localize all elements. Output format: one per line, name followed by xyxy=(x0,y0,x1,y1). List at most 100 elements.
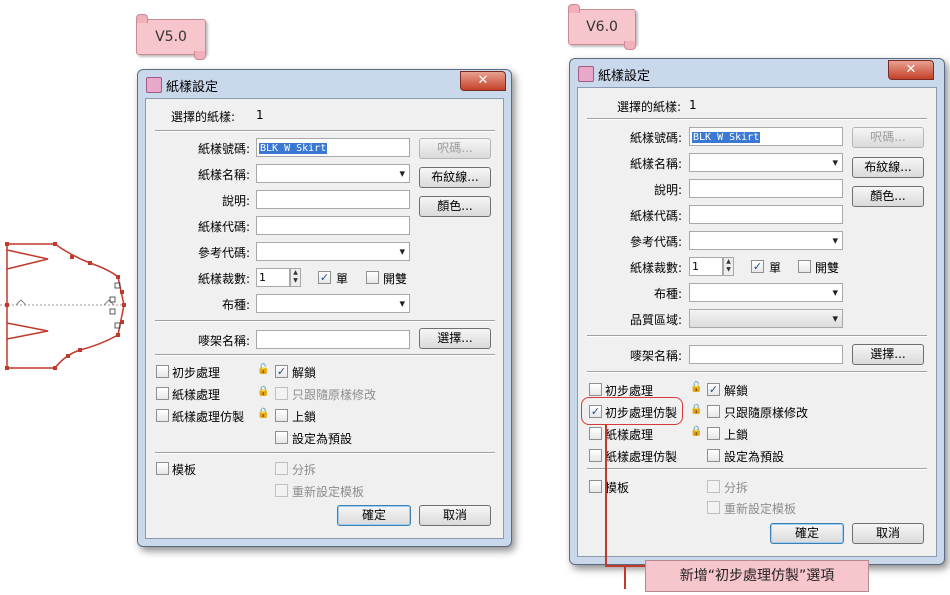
size-button[interactable]: 呎碼... xyxy=(852,127,924,148)
cut-qty-label: 紙樣裁數: xyxy=(629,261,682,275)
piece-proc-copy-label: 紙樣處理仿製 xyxy=(605,450,678,464)
piece-code-label: 紙樣代碼: xyxy=(629,209,682,223)
pattern-piece-drawing xyxy=(0,242,126,370)
ref-code-combo[interactable] xyxy=(689,231,843,250)
piece-proc-copy-label: 紙樣處理仿製 xyxy=(172,410,245,424)
divider xyxy=(587,335,927,337)
callout-line xyxy=(605,424,607,566)
divider xyxy=(155,320,495,322)
grain-button[interactable]: 布紋線... xyxy=(852,157,924,178)
divider xyxy=(155,452,495,454)
cancel-button[interactable]: 取消 xyxy=(852,523,924,544)
annotation-note: 新增“初步處理仿製”選項 xyxy=(645,560,869,592)
reset-template-checkbox[interactable] xyxy=(275,484,288,497)
lock-icon: 🔒 xyxy=(257,408,270,419)
close-button[interactable]: ✕ xyxy=(460,71,506,91)
unlock-checkbox[interactable]: ✓ xyxy=(707,383,720,396)
padlock-outline-icon: 🔒 xyxy=(690,404,703,415)
cut-qty-label: 紙樣裁數: xyxy=(197,272,250,286)
piece-proc-checkbox[interactable] xyxy=(156,387,169,400)
description-label: 說明: xyxy=(653,183,682,197)
select-button[interactable]: 選擇... xyxy=(419,328,491,349)
split2-checkbox[interactable] xyxy=(275,462,288,475)
quality-zone-combo[interactable] xyxy=(689,309,843,328)
template-checkbox[interactable] xyxy=(589,480,602,493)
single-checkbox[interactable]: ✓ xyxy=(751,260,764,273)
set-default-checkbox[interactable] xyxy=(707,449,720,462)
rack-name-input[interactable] xyxy=(689,345,843,364)
description-input[interactable] xyxy=(689,179,843,198)
ok-button[interactable]: 確定 xyxy=(337,505,411,526)
ref-code-label: 參考代碼: xyxy=(197,246,250,260)
piece-code-label: 紙樣代碼: xyxy=(197,220,250,234)
selected-count: 1 xyxy=(689,98,697,112)
initial-checkbox[interactable] xyxy=(156,365,169,378)
piece-code-input[interactable] xyxy=(689,205,843,224)
select-button[interactable]: 選擇... xyxy=(852,344,924,365)
cut-qty-input[interactable]: 1 xyxy=(689,257,723,276)
piece-number-value: BLK W Skirt xyxy=(692,132,761,143)
description-input[interactable] xyxy=(256,190,410,209)
lock-checkbox[interactable] xyxy=(707,427,720,440)
color-button[interactable]: 顏色... xyxy=(419,196,491,217)
piece-name-combo[interactable] xyxy=(689,153,843,172)
split-checkbox[interactable] xyxy=(798,260,811,273)
cut-qty-input[interactable]: 1 xyxy=(256,268,290,287)
piece-number-label: 紙樣號碼: xyxy=(629,131,682,145)
ref-code-combo[interactable] xyxy=(256,242,410,261)
follow-orig-label: 只跟隨原樣修改 xyxy=(292,388,377,402)
divider xyxy=(155,354,495,356)
piece-number-input[interactable]: BLK W Skirt xyxy=(256,138,410,157)
cut-qty-stepper[interactable]: ▲ ▼ xyxy=(290,268,301,287)
rack-name-label: 嘜架名稱: xyxy=(629,349,682,363)
size-button[interactable]: 呎碼... xyxy=(419,138,491,159)
app-icon xyxy=(578,66,594,82)
rack-name-input[interactable] xyxy=(256,330,410,349)
description-label: 說明: xyxy=(221,194,250,208)
rack-name-label: 嘜架名稱: xyxy=(197,334,250,348)
divider xyxy=(587,118,927,120)
padlock-outline-icon: 🔒 xyxy=(257,386,270,397)
grain-button[interactable]: 布紋線... xyxy=(419,167,491,188)
unlock-checkbox[interactable]: ✓ xyxy=(275,365,288,378)
cancel-button[interactable]: 取消 xyxy=(419,505,491,526)
template-label: 模板 xyxy=(172,463,197,477)
template-label: 模板 xyxy=(605,481,630,495)
reset-template-checkbox[interactable] xyxy=(707,501,720,514)
piece-proc-label: 紙樣處理 xyxy=(172,388,221,402)
app-icon xyxy=(146,77,162,93)
window-title: 紙樣設定 xyxy=(166,80,219,95)
initial-label: 初步處理 xyxy=(172,366,221,380)
piece-number-input[interactable]: BLK W Skirt xyxy=(689,127,843,146)
piece-code-input[interactable] xyxy=(256,216,410,235)
ok-button[interactable]: 確定 xyxy=(770,523,844,544)
unlock-icon: 🔓 xyxy=(690,382,703,393)
title-bar: 紙樣設定 ✕ xyxy=(138,70,511,98)
callout-pointer xyxy=(624,565,626,589)
single-checkbox[interactable]: ✓ xyxy=(318,271,331,284)
lock-checkbox[interactable] xyxy=(275,409,288,422)
split-checkbox[interactable] xyxy=(366,271,379,284)
follow-orig-label: 只跟隨原樣修改 xyxy=(724,406,809,420)
piece-name-combo[interactable] xyxy=(256,164,410,183)
close-button[interactable]: ✕ xyxy=(888,60,934,80)
split2-label: 分拆 xyxy=(724,481,749,495)
new-option-highlight xyxy=(581,397,683,425)
split-label: 開雙 xyxy=(383,272,408,286)
color-button[interactable]: 顏色... xyxy=(852,186,924,207)
cut-qty-stepper[interactable]: ▲ ▼ xyxy=(723,257,734,276)
piece-proc-checkbox[interactable] xyxy=(589,427,602,440)
template-checkbox[interactable] xyxy=(156,462,169,475)
fabric-combo[interactable] xyxy=(256,294,410,313)
follow-orig-checkbox[interactable] xyxy=(707,405,720,418)
piece-proc-copy-checkbox[interactable] xyxy=(156,409,169,422)
divider xyxy=(155,130,495,132)
fabric-combo[interactable] xyxy=(689,283,843,302)
split2-checkbox[interactable] xyxy=(707,480,720,493)
fabric-label: 布種: xyxy=(221,298,250,312)
set-default-checkbox[interactable] xyxy=(275,431,288,444)
follow-orig-checkbox[interactable] xyxy=(275,387,288,400)
initial-checkbox[interactable] xyxy=(589,383,602,396)
reset-template-label: 重新設定模板 xyxy=(292,485,365,499)
piece-proc-copy-checkbox[interactable] xyxy=(589,449,602,462)
